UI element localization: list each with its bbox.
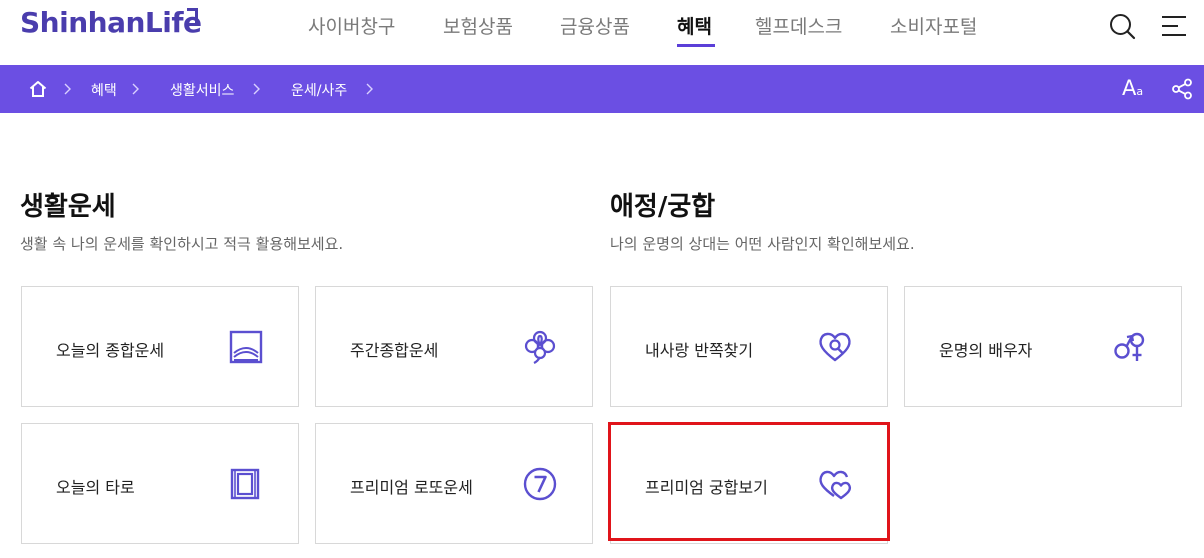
logo-mark-icon <box>187 8 198 23</box>
menu-icon[interactable] <box>1160 12 1188 40</box>
card-today-tarot[interactable]: 오늘의 타로 <box>21 423 299 544</box>
section-desc-life-fortune: 생활 속 나의 운세를 확인하시고 적극 활용해보세요. <box>20 235 344 253</box>
nav-item-insurance[interactable]: 보험상품 <box>443 12 513 39</box>
card-label: 주간종합운세 <box>350 341 439 360</box>
breadcrumb-item-benefits[interactable]: 혜택 <box>91 80 117 100</box>
breadcrumb: 혜택 생활서비스 운세/사주 Aa <box>0 65 1204 113</box>
number-seven-icon <box>523 467 557 501</box>
card-label: 운명의 배우자 <box>939 341 1033 360</box>
card-label: 내사랑 반쪽찾기 <box>645 341 754 360</box>
breadcrumb-item-life-service[interactable]: 생활서비스 <box>170 80 234 100</box>
card-label: 오늘의 종합운세 <box>56 341 165 360</box>
nav-item-consumer-portal[interactable]: 소비자포털 <box>890 12 977 39</box>
nav-active-underline <box>677 44 715 47</box>
card-weekly-fortune[interactable]: 주간종합운세 <box>315 286 593 407</box>
chevron-right-icon <box>64 83 71 95</box>
nav-item-helpdesk[interactable]: 헬프데스크 <box>755 12 842 39</box>
font-size-button[interactable]: Aa <box>1122 76 1143 100</box>
nav-item-finance[interactable]: 금융상품 <box>560 12 630 39</box>
landscape-frame-icon <box>229 330 263 364</box>
section-title-love-compatibility: 애정/궁합 <box>610 192 716 222</box>
card-label: 프리미엄 궁합보기 <box>645 478 768 497</box>
chevron-right-icon <box>253 83 260 95</box>
section-desc-love-compatibility: 나의 운명의 상대는 어떤 사람인지 확인해보세요. <box>610 235 915 253</box>
card-destined-spouse[interactable]: 운명의 배우자 <box>904 286 1182 407</box>
breadcrumb-item-fortune[interactable]: 운세/사주 <box>291 80 347 100</box>
card-today-fortune[interactable]: 오늘의 종합운세 <box>21 286 299 407</box>
tarot-cards-icon <box>230 468 260 500</box>
card-label: 오늘의 타로 <box>56 478 135 497</box>
heart-search-icon <box>819 332 851 362</box>
nav-item-benefits[interactable]: 혜택 <box>677 12 712 39</box>
font-size-sub: a <box>1136 85 1144 98</box>
card-find-my-love[interactable]: 내사랑 반쪽찾기 <box>610 286 888 407</box>
chevron-right-icon[interactable] <box>365 80 375 98</box>
share-icon[interactable] <box>1171 78 1193 100</box>
home-icon[interactable] <box>29 80 47 98</box>
card-label: 프리미엄 로또운세 <box>350 478 473 497</box>
clover-icon <box>524 330 556 364</box>
nav-item-cyber-counter[interactable]: 사이버창구 <box>308 12 395 39</box>
chevron-right-icon <box>132 83 139 95</box>
shinhanlife-logo[interactable]: ShinhanLife <box>20 6 202 39</box>
section-title-life-fortune: 생활운세 <box>20 192 116 222</box>
card-premium-lotto[interactable]: 프리미엄 로또운세 <box>315 423 593 544</box>
card-premium-compatibility[interactable]: 프리미엄 궁합보기 <box>610 423 888 544</box>
font-size-label: A <box>1122 76 1137 100</box>
gender-symbols-icon <box>1114 332 1145 361</box>
site-header: ShinhanLife 사이버창구 보험상품 금융상품 혜택 헬프데스크 소비자… <box>0 0 1204 64</box>
search-icon[interactable] <box>1108 12 1136 40</box>
double-heart-icon <box>819 470 852 500</box>
